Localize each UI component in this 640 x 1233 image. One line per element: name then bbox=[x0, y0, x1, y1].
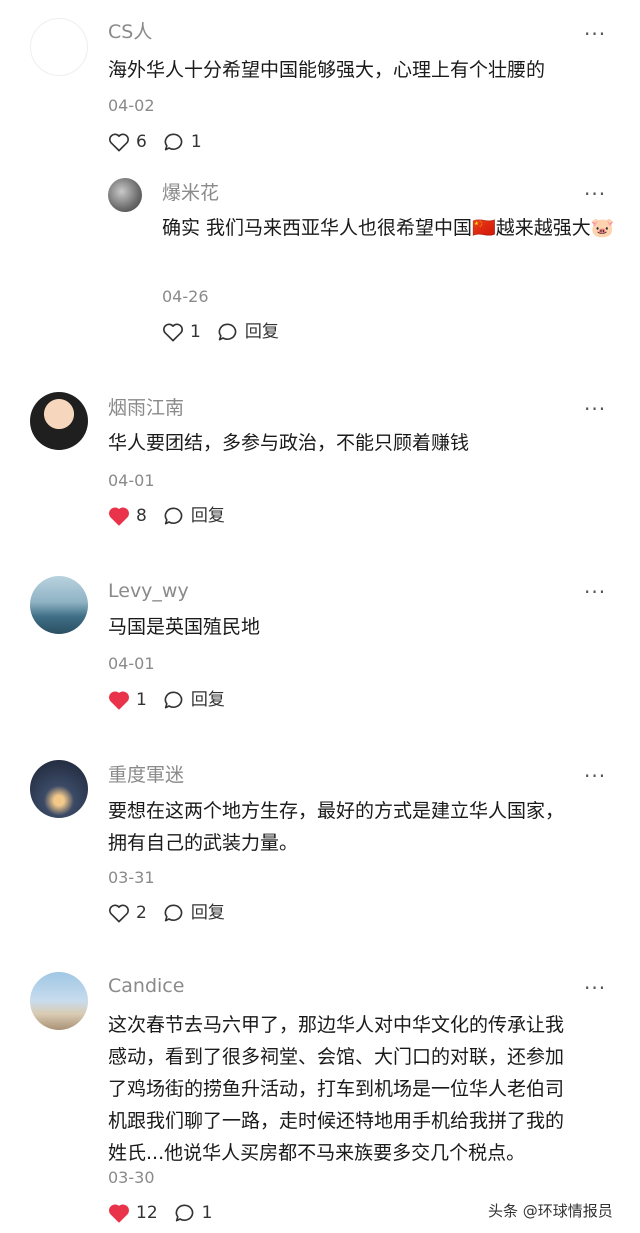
avatar[interactable] bbox=[30, 972, 88, 1030]
reply-button[interactable]: 回复 bbox=[163, 690, 225, 710]
heart-outline-icon bbox=[109, 133, 129, 152]
username[interactable]: 烟雨江南 bbox=[108, 396, 184, 420]
more-options-icon[interactable]: ··· bbox=[584, 399, 606, 419]
comment-actions: 1 回复 bbox=[108, 687, 241, 713]
comment-actions: 2 回复 bbox=[108, 900, 241, 926]
username[interactable]: Candice bbox=[108, 974, 184, 998]
heart-outline-icon bbox=[109, 904, 129, 923]
more-options-icon[interactable]: ··· bbox=[584, 766, 606, 786]
reply-avatar[interactable] bbox=[108, 178, 142, 212]
watermark: 头条 @环球情报员 bbox=[488, 1202, 613, 1220]
avatar[interactable] bbox=[30, 760, 88, 818]
reply-count: 1 bbox=[190, 132, 202, 152]
avatar[interactable] bbox=[30, 576, 88, 634]
comment-text: 海外华人十分希望中国能够强大，心理上有个壮腰的 bbox=[108, 59, 546, 81]
reply-label: 回复 bbox=[244, 322, 279, 342]
comment-text: 马国是英国殖民地 bbox=[108, 616, 261, 638]
heart-filled-icon bbox=[109, 507, 129, 526]
reply-label: 回复 bbox=[190, 690, 225, 710]
comment-actions: 12 1 bbox=[108, 1200, 228, 1226]
comment-bubble-icon bbox=[218, 323, 237, 341]
reply-count: 1 bbox=[201, 1203, 213, 1223]
heart-filled-icon bbox=[109, 691, 129, 710]
reply-date: 04-26 bbox=[162, 287, 209, 306]
like-button[interactable]: 2 bbox=[108, 903, 147, 923]
comment-text: 要想在这两个地方生存，最好的方式是建立华人国家， 拥有自己的武装力量。 bbox=[108, 800, 565, 854]
comment-date: 04-01 bbox=[108, 654, 155, 673]
heart-outline-icon bbox=[163, 323, 183, 342]
comment-actions: 6 1 bbox=[108, 129, 218, 155]
avatar[interactable] bbox=[30, 18, 88, 76]
reply-button[interactable]: 回复 bbox=[217, 322, 279, 342]
like-button[interactable]: 8 bbox=[108, 506, 147, 526]
like-count: 1 bbox=[190, 322, 201, 342]
comment-bubble-icon bbox=[164, 691, 183, 709]
comment-date: 04-01 bbox=[108, 471, 155, 490]
comment-bubble-icon bbox=[164, 507, 183, 525]
comment-bubble-icon bbox=[164, 133, 183, 151]
reply-button[interactable]: 回复 bbox=[163, 506, 225, 526]
reply-label: 回复 bbox=[190, 506, 225, 526]
like-button[interactable]: 1 bbox=[108, 690, 147, 710]
comment-actions: 8 回复 bbox=[108, 503, 241, 529]
more-options-icon[interactable]: ··· bbox=[584, 978, 606, 998]
username[interactable]: CS人 bbox=[108, 20, 152, 44]
like-button[interactable]: 1 bbox=[162, 322, 201, 342]
avatar[interactable] bbox=[30, 392, 88, 450]
more-options-icon[interactable]: ··· bbox=[584, 582, 606, 602]
more-options-icon[interactable]: ··· bbox=[584, 184, 606, 204]
reply-text: 确实 我们马来西亚华人也很希望中国🇨🇳越来越强大🐷 bbox=[162, 217, 615, 239]
reply-label: 回复 bbox=[190, 903, 225, 923]
heart-filled-icon bbox=[109, 1204, 129, 1223]
like-count: 2 bbox=[136, 903, 147, 923]
more-options-icon[interactable]: ··· bbox=[584, 24, 606, 44]
reply-button[interactable]: 回复 bbox=[163, 903, 225, 923]
reply-username[interactable]: 爆米花 bbox=[162, 181, 219, 205]
comment-text: 这次春节去马六甲了，那边华人对中华文化的传承让我 感动，看到了很多祠堂、会馆、大… bbox=[108, 1014, 565, 1164]
reply-button[interactable]: 1 bbox=[163, 132, 202, 152]
username[interactable]: Levy_wy bbox=[108, 579, 189, 603]
comment-date: 04-02 bbox=[108, 96, 155, 115]
like-button[interactable]: 12 bbox=[108, 1203, 158, 1223]
like-count: 1 bbox=[136, 690, 147, 710]
comment-text: 华人要团结，多参与政治，不能只顾着赚钱 bbox=[108, 432, 470, 454]
comment-date: 03-30 bbox=[108, 1168, 155, 1187]
like-count: 12 bbox=[136, 1203, 158, 1223]
like-count: 6 bbox=[136, 132, 147, 152]
comment-date: 03-31 bbox=[108, 868, 155, 887]
comment-bubble-icon bbox=[164, 904, 183, 922]
username[interactable]: 重度軍迷 bbox=[108, 763, 184, 787]
like-count: 8 bbox=[136, 506, 147, 526]
reply-button[interactable]: 1 bbox=[174, 1203, 213, 1223]
reply-actions: 1 回复 bbox=[162, 319, 295, 345]
comment-bubble-icon bbox=[175, 1204, 193, 1222]
like-button[interactable]: 6 bbox=[108, 132, 147, 152]
